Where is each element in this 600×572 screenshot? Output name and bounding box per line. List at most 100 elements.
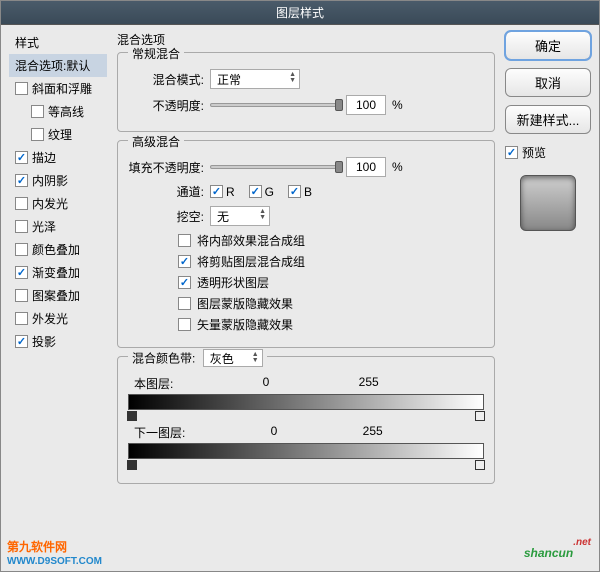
knockout-label: 挖空: [128,208,204,225]
slider-thumb[interactable] [335,161,343,173]
channel-label: 通道: [128,183,204,200]
knockout-select[interactable]: 无 ▲▼ [210,206,270,226]
sidebar-item-label: 外发光 [32,310,68,327]
checkbox[interactable] [15,220,28,233]
checkbox[interactable] [15,335,28,348]
main-panel: 混合选项 常规混合 混合模式: 正常 ▲▼ 不透明度: % [113,31,499,492]
gradient-handle-white[interactable] [475,460,485,470]
sidebar-item-label: 投影 [32,333,56,350]
preview-checkbox[interactable] [505,146,518,159]
new-style-button[interactable]: 新建样式... [505,105,591,134]
blendif-label: 混合颜色带: [132,352,195,366]
sidebar-item-label: 混合选项:默认 [15,57,90,74]
slider-thumb[interactable] [335,99,343,111]
select-value: 正常 [217,71,241,88]
checkbox[interactable] [178,234,191,247]
preview-toggle[interactable]: 预览 [505,144,591,161]
preview-label: 预览 [522,144,546,161]
blendif-max: 255 [359,375,379,392]
blend-if-group: 混合颜色带: 灰色 ▲▼ 本图层: 0 255 下一图 [117,356,495,484]
opacity-label: 不透明度: [128,97,204,114]
checkbox[interactable] [178,255,191,268]
gradient-handle-black[interactable] [127,460,137,470]
sidebar-item[interactable]: 投影 [9,330,107,353]
checkbox[interactable] [210,185,223,198]
sidebar-item[interactable]: 颜色叠加 [9,238,107,261]
channel-label: G [265,185,274,199]
channel-label: B [304,185,312,199]
checkbox[interactable] [178,318,191,331]
sidebar-item-label: 纹理 [48,126,72,143]
ok-button[interactable]: 确定 [505,31,591,60]
next-layer-label: 下一图层: [134,424,185,441]
sidebar-item-blend-options[interactable]: 混合选项:默认 [9,54,107,77]
checkbox[interactable] [178,297,191,310]
advanced-option[interactable]: 图层蒙版隐藏效果 [178,295,484,312]
channel-toggle[interactable]: R [210,185,235,199]
this-layer-gradient[interactable] [128,394,484,410]
gradient-handle-white[interactable] [475,411,485,421]
sidebar-item[interactable]: 斜面和浮雕 [9,77,107,100]
checkbox[interactable] [15,289,28,302]
sidebar-item[interactable]: 内阴影 [9,169,107,192]
advanced-option[interactable]: 将剪贴图层混合成组 [178,253,484,270]
checkbox[interactable] [15,82,28,95]
opacity-slider[interactable] [210,103,340,107]
fill-opacity-input[interactable] [346,157,386,177]
advanced-option[interactable]: 矢量蒙版隐藏效果 [178,316,484,333]
blendif-select[interactable]: 灰色 ▲▼ [203,349,263,367]
sidebar-item[interactable]: 描边 [9,146,107,169]
option-label: 将剪贴图层混合成组 [197,253,305,270]
channel-toggle[interactable]: G [249,185,274,199]
blendif-max: 255 [363,424,383,441]
checkbox[interactable] [15,197,28,210]
sidebar-item-label: 图案叠加 [32,287,80,304]
checkbox[interactable] [31,105,44,118]
sidebar-item[interactable]: 图案叠加 [9,284,107,307]
sidebar-item[interactable]: 渐变叠加 [9,261,107,284]
sidebar-item-label: 斜面和浮雕 [32,80,92,97]
sidebar-item[interactable]: 外发光 [9,307,107,330]
gradient-handle-black[interactable] [127,411,137,421]
fill-opacity-slider[interactable] [210,165,340,169]
cancel-button[interactable]: 取消 [505,68,591,97]
advanced-option[interactable]: 透明形状图层 [178,274,484,291]
blendif-min: 0 [263,375,270,392]
sidebar-item[interactable]: 等高线 [9,100,107,123]
option-label: 矢量蒙版隐藏效果 [197,316,293,333]
general-blending-group: 常规混合 混合模式: 正常 ▲▼ 不透明度: % [117,52,495,132]
sidebar-item-label: 内发光 [32,195,68,212]
select-arrows-icon: ▲▼ [259,209,266,221]
fieldset-title: 高级混合 [128,133,184,150]
sidebar-item-label: 渐变叠加 [32,264,80,281]
next-layer-gradient[interactable] [128,443,484,459]
checkbox[interactable] [15,243,28,256]
checkbox[interactable] [15,174,28,187]
sidebar-item-label: 颜色叠加 [32,241,80,258]
blend-mode-label: 混合模式: [128,71,204,88]
sidebar-item[interactable]: 光泽 [9,215,107,238]
checkbox[interactable] [15,151,28,164]
select-arrows-icon: ▲▼ [289,72,296,84]
checkbox[interactable] [288,185,301,198]
checkbox[interactable] [31,128,44,141]
select-value: 无 [217,208,229,225]
watermark-shancun: shancun.net [524,537,591,563]
blendif-min: 0 [271,424,278,441]
sidebar-header: 样式 [9,31,107,54]
checkbox[interactable] [249,185,262,198]
sidebar-item[interactable]: 内发光 [9,192,107,215]
sidebar-item[interactable]: 纹理 [9,123,107,146]
checkbox[interactable] [15,312,28,325]
option-label: 图层蒙版隐藏效果 [197,295,293,312]
select-value: 灰色 [210,350,234,367]
blend-mode-select[interactable]: 正常 ▲▼ [210,69,300,89]
option-label: 透明形状图层 [197,274,269,291]
layer-style-dialog: 图层样式 样式 混合选项:默认 斜面和浮雕等高线纹理描边内阴影内发光光泽颜色叠加… [0,0,600,572]
checkbox[interactable] [15,266,28,279]
advanced-option[interactable]: 将内部效果混合成组 [178,232,484,249]
content-area: 样式 混合选项:默认 斜面和浮雕等高线纹理描边内阴影内发光光泽颜色叠加渐变叠加图… [1,25,599,498]
channel-toggle[interactable]: B [288,185,312,199]
checkbox[interactable] [178,276,191,289]
opacity-input[interactable] [346,95,386,115]
